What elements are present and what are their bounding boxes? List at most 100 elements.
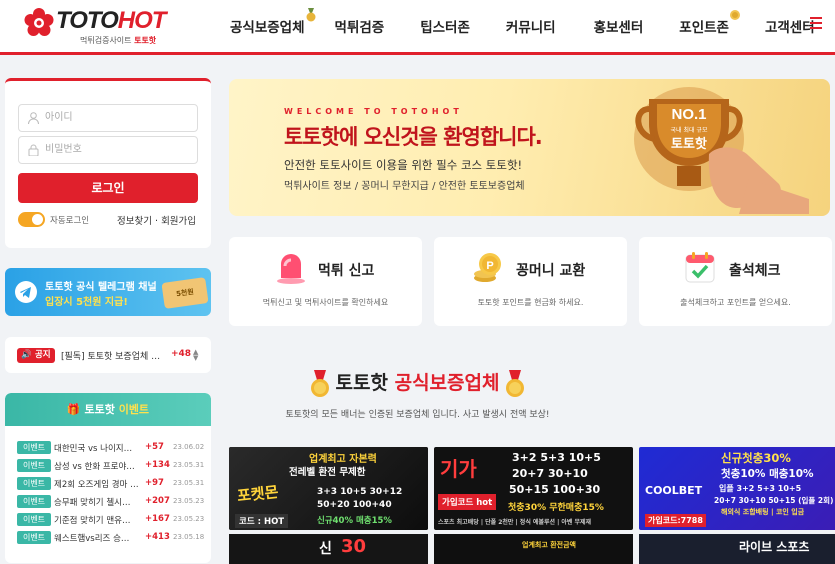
banner-logo: 포켓몬 xyxy=(236,482,280,506)
event-points: +167 xyxy=(145,514,170,524)
event-title: 웨스트햄vs리즈 승… xyxy=(54,534,130,544)
hero-desc-1: 안전한 토토사이트 이용을 위한 필수 코스 토토핫! xyxy=(284,158,523,172)
event-row[interactable]: 이벤트 삼성 vs 한화 프로야… +134 23.05.31 xyxy=(17,458,205,474)
telegram-icon xyxy=(15,281,37,303)
feature-card-attendance[interactable]: 출석체크 출석체크하고 포인트를 얻으세요. xyxy=(639,237,832,326)
banner-line: 3+3 10+5 30+12 xyxy=(317,487,403,497)
card-desc: 먹튀신고 및 먹튀사이트를 확인하세요 xyxy=(262,298,389,307)
event-date: 23.06.02 xyxy=(173,443,205,451)
banner-line: 라이브 스포츠 xyxy=(739,540,810,554)
banner-line: 첫충30% 무한매충15% xyxy=(508,503,604,513)
event-points: +413 xyxy=(145,532,170,542)
coupon-graphic: 5천원 xyxy=(161,277,209,309)
event-title: 제2회 오즈게임 경마 … xyxy=(54,480,139,490)
main-nav: 공식보증업체 먹튀검증 팁스터존 커뮤니티 홍보센터 포인트존 고객센터 xyxy=(230,0,835,52)
auto-login-label: 자동로그인 xyxy=(50,216,90,226)
trophy-badge-brand: 토토핫 xyxy=(671,136,707,152)
event-tag: 이벤트 xyxy=(17,477,51,490)
event-title: 삼성 vs 한화 프로야… xyxy=(54,462,135,472)
event-points: +134 xyxy=(145,460,170,470)
partner-banner-pokemon[interactable]: 업계최고 자본력 전레벨 환전 무제한 포켓몬 3+3 10+5 30+12 5… xyxy=(229,447,428,530)
partner-section-title: 토토핫 공식보증업체 xyxy=(0,368,835,398)
find-info-link[interactable]: 정보찾기 xyxy=(117,216,152,227)
trophy-badge-sub: 국내 최대 규모 xyxy=(671,126,708,134)
medal-icon xyxy=(310,369,329,397)
event-row[interactable]: 이벤트 승무패 맞히기 첼시… +207 23.05.23 xyxy=(17,494,205,510)
username-placeholder: 아이디 xyxy=(45,112,73,123)
banner-line: 첫충10% 매충10% xyxy=(721,468,814,480)
card-title: 먹튀 신고 xyxy=(318,263,375,279)
notice-scroll-arrows-icon[interactable]: ▲ ▼ xyxy=(193,349,198,362)
partner-banner-row2-2[interactable]: 업계최고 환전금액 xyxy=(434,534,633,564)
card-desc: 토토핫 포인트를 현금화 하세요. xyxy=(477,298,584,307)
event-points: +97 xyxy=(145,478,164,488)
partner-banner-giga[interactable]: 기가 3+2 5+3 10+5 20+7 30+10 50+15 100+30 … xyxy=(434,447,633,530)
password-placeholder: 비밀번호 xyxy=(45,144,82,155)
hamburger-menu-icon[interactable] xyxy=(810,17,822,31)
event-points: +57 xyxy=(145,442,164,452)
event-tag: 이벤트 xyxy=(17,459,51,472)
trophy-illustration: NO.1 국내 최대 규모 토토핫 xyxy=(634,87,809,214)
calendar-check-icon xyxy=(685,252,715,283)
trophy-badge-text: NO.1 xyxy=(671,106,706,123)
nav-item-official-partners[interactable]: 공식보증업체 xyxy=(230,8,316,36)
welcome-hero-banner: WELCOME TO TOTOHOT 토토핫에 오신것을 환영합니다. 안전한 … xyxy=(229,79,830,216)
signup-link[interactable]: 회원가입 xyxy=(161,216,196,227)
coin-icon: P xyxy=(474,253,501,282)
auto-login-toggle[interactable] xyxy=(18,212,45,227)
banner-line: 신규40% 매충15% xyxy=(317,516,392,526)
login-panel: 아이디 비밀번호 로그인 자동로그인 정보찾기 · 회원가입 xyxy=(5,78,211,248)
nav-item-community[interactable]: 커뮤니티 xyxy=(506,16,556,36)
telegram-line2: 입장시 5천원 지급! xyxy=(45,297,128,308)
nav-item-promotion[interactable]: 홍보센터 xyxy=(594,16,644,36)
partner-banner-row2-3[interactable]: 라이브 스포츠 xyxy=(639,534,835,564)
event-title: 승무패 맞히기 첼시… xyxy=(54,498,131,508)
telegram-channel-banner[interactable]: 토토핫 공식 텔레그램 채널 입장시 5천원 지급! 5천원 xyxy=(5,268,211,316)
nav-item-customer-center[interactable]: 고객센터 xyxy=(765,16,815,36)
banner-line: 20+7 30+10 xyxy=(512,467,588,480)
site-logo[interactable]: TOTOHOT 먹튀검증사이트 토토핫 xyxy=(24,6,179,46)
top-navigation-bar: TOTOHOT 먹튀검증사이트 토토핫 공식보증업체 먹튀검증 팁스터존 커뮤니… xyxy=(0,0,835,55)
event-date: 23.05.23 xyxy=(173,497,205,505)
user-icon xyxy=(28,112,39,124)
lock-icon xyxy=(28,144,39,156)
partner-banner-coolbet[interactable]: 신규첫충30% 첫충10% 매충10% COOLBET 입플 3+2 5+3 1… xyxy=(639,447,835,530)
banner-line: 20+7 30+10 50+15 (입플 2회) xyxy=(714,496,834,505)
banner-logo: 기가 xyxy=(440,457,477,481)
password-input[interactable]: 비밀번호 xyxy=(18,136,198,164)
event-row[interactable]: 이벤트 대한민국 vs 나이지… +57 23.06.02 xyxy=(17,440,205,456)
svg-text:P: P xyxy=(486,260,493,272)
username-input[interactable]: 아이디 xyxy=(18,104,198,132)
nav-item-scam-check[interactable]: 먹튀검증 xyxy=(335,16,385,36)
banner-line: 스포츠 최고배당 | 단폴 2천만 | 정식 에볼루션 | 아벤 무제재 xyxy=(438,519,592,526)
event-tag: 이벤트 xyxy=(17,495,51,508)
event-row[interactable]: 이벤트 제2회 오즈게임 경마 … +97 23.05.31 xyxy=(17,476,204,492)
banner-code: 코드 : HOT xyxy=(235,514,289,528)
banner-logo: COOLBET xyxy=(645,484,703,497)
event-tag: 이벤트 xyxy=(17,441,51,454)
event-date: 23.05.31 xyxy=(173,461,205,469)
flower-logo-icon xyxy=(24,8,54,36)
nav-item-point-zone[interactable]: 포인트존 xyxy=(679,10,740,36)
nav-item-tipster-zone[interactable]: 팁스터존 xyxy=(420,16,470,36)
feature-card-free-money[interactable]: P 꽁머니 교환 토토핫 포인트를 현금화 하세요. xyxy=(434,237,627,326)
event-row[interactable]: 이벤트 웨스트햄vs리즈 승… +413 23.05.18 xyxy=(17,530,204,546)
event-tag: 이벤트 xyxy=(17,513,51,526)
medal-icon xyxy=(306,8,316,22)
medal-icon xyxy=(506,369,525,397)
partner-banner-row2-1[interactable]: 신 30 xyxy=(229,534,428,564)
event-row[interactable]: 이벤트 기준점 맞히기 맨유… +167 23.05.23 xyxy=(17,512,204,528)
hero-desc-2: 먹튀사이트 정보 / 꽁머니 무한지급 / 안전한 토토보증업체 xyxy=(284,181,525,192)
logo-wordmark: TOTOHOT xyxy=(56,7,166,34)
banner-line: 3+2 5+3 10+5 xyxy=(512,451,601,464)
notice-badge: 🔊 공지 xyxy=(17,348,55,363)
link-separator: · xyxy=(155,216,159,227)
login-button[interactable]: 로그인 xyxy=(18,173,198,203)
banner-line: 신 xyxy=(319,541,332,557)
card-title: 꽁머니 교환 xyxy=(516,263,586,279)
feature-card-scam-report[interactable]: 먹튀 신고 먹튀신고 및 먹튀사이트를 확인하세요 xyxy=(229,237,422,326)
card-title: 출석체크 xyxy=(729,263,781,279)
hero-welcome: WELCOME TO TOTOHOT xyxy=(284,107,463,116)
banner-line: 업계최고 환전금액 xyxy=(522,541,576,549)
banner-line: 50+20 100+40 xyxy=(317,500,392,510)
